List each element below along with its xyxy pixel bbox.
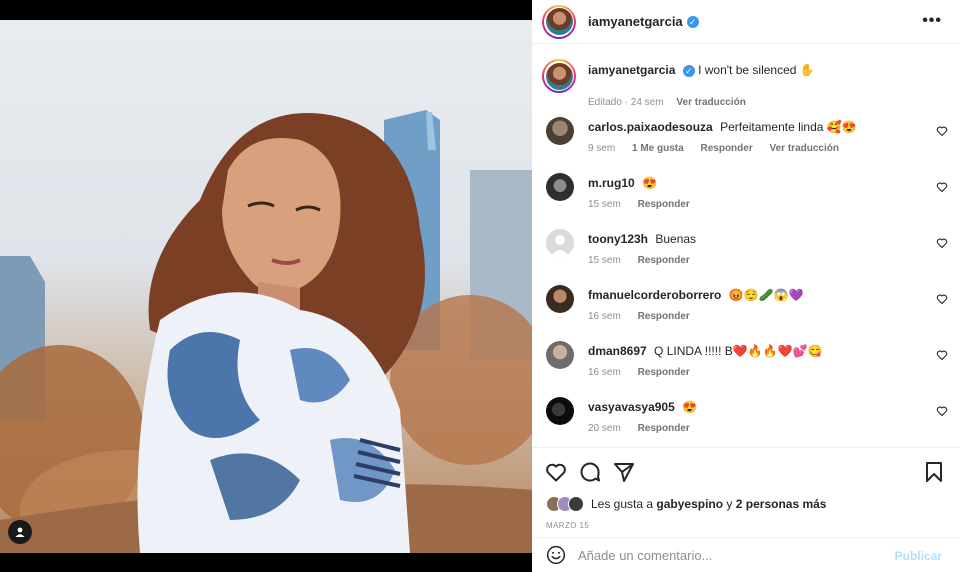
comment-avatar[interactable] (546, 341, 574, 369)
likes-others-link[interactable]: 2 personas más (736, 497, 827, 511)
comment-text: fmanuelcorderoborrero 😡😌🥒😱💜 (588, 288, 803, 302)
comment-reply-link[interactable]: Responder (700, 143, 752, 154)
comment-item: toony123h Buenas 15 sem Responder (546, 229, 948, 279)
comment-username[interactable]: carlos.paixaodesouza (588, 120, 713, 134)
publish-button[interactable]: Publicar (895, 549, 942, 563)
add-comment-bar: Publicar (532, 537, 960, 572)
comment-reply-link[interactable]: Responder (638, 255, 690, 266)
comment-body: 😡😌🥒😱💜 (728, 288, 804, 302)
photo-illustration (0, 110, 532, 553)
comment-avatar[interactable] (546, 117, 574, 145)
comment-text: toony123h Buenas (588, 232, 696, 246)
likes-summary: Les gusta a gabyespino y 2 personas más (546, 494, 826, 514)
author-avatar-image (545, 8, 573, 35)
post-media-panel (0, 0, 532, 572)
comment-body: Perfeitamente linda 🥰😍 (720, 120, 857, 134)
bookmark-icon[interactable] (922, 460, 946, 484)
comment-time: 15 sem (588, 255, 621, 266)
comment-body: 😍 (642, 176, 657, 190)
comment-username[interactable]: vasyavasya905 (588, 400, 675, 414)
user-icon (15, 527, 25, 537)
caption-avatar[interactable] (542, 59, 576, 93)
comment-body: 😍 (682, 400, 698, 414)
comment-text: vasyavasya905 😍 (588, 400, 697, 414)
comment-time: 9 sem (588, 143, 616, 154)
share-send-icon[interactable] (612, 460, 636, 484)
comment-avatar[interactable] (546, 173, 574, 201)
caption-translate-link[interactable]: Ver traducción (676, 97, 745, 108)
comment-input[interactable] (578, 543, 878, 567)
comment-item: m.rug10 😍 15 sem Responder (546, 173, 948, 223)
comment-like-heart-icon[interactable] (936, 237, 948, 249)
comments-list[interactable]: iamyanetgarcia ✓ I won't be silenced ✋ E… (532, 45, 960, 447)
likes-connector: y (726, 497, 733, 511)
comment-username[interactable]: toony123h (588, 232, 648, 246)
comment-meta: 16 sem Responder (588, 311, 704, 322)
comment-text: carlos.paixaodesouza Perfeitamente linda… (588, 120, 857, 134)
post-photo[interactable] (0, 20, 532, 553)
tagged-users-button[interactable] (8, 520, 32, 544)
comment-item: carlos.paixaodesouza Perfeitamente linda… (546, 117, 948, 167)
comment-like-heart-icon[interactable] (936, 125, 948, 137)
comment-like-heart-icon[interactable] (936, 349, 948, 361)
comment-meta: 9 sem 1 Me gusta Responder Ver traducció… (588, 143, 853, 154)
comment-like-heart-icon[interactable] (936, 293, 948, 305)
verified-badge-icon: ✓ (686, 15, 699, 28)
comment-item: fmanuelcorderoborrero 😡😌🥒😱💜 16 sem Respo… (546, 285, 948, 335)
comment-username[interactable]: dman8697 (588, 344, 647, 358)
comment-item: vasyavasya905 😍 20 sem Responder (546, 397, 948, 447)
caption-text-row: iamyanetgarcia ✓ I won't be silenced ✋ (588, 63, 815, 77)
post-actions (532, 447, 960, 491)
liker-avatar (568, 496, 584, 512)
comment-meta: 15 sem Responder (588, 255, 704, 266)
comment-bubble-icon[interactable] (578, 460, 602, 484)
comment-translate-link[interactable]: Ver traducción (770, 143, 839, 154)
comment-avatar[interactable] (546, 229, 574, 257)
post-header: iamyanetgarcia ✓ ••• (532, 0, 960, 44)
comment-time: 16 sem (588, 311, 621, 322)
author-avatar[interactable] (542, 4, 576, 39)
post-date: MARZO 15 (546, 521, 590, 530)
caption-verified-badge-icon: ✓ (682, 64, 695, 77)
comment-avatar[interactable] (546, 397, 574, 425)
like-heart-icon[interactable] (544, 460, 568, 484)
comment-like-heart-icon[interactable] (936, 405, 948, 417)
comment-username[interactable]: m.rug10 (588, 176, 635, 190)
comment-time: 20 sem (588, 423, 621, 434)
comment-username[interactable]: fmanuelcorderoborrero (588, 288, 721, 302)
comment-text: m.rug10 😍 (588, 176, 657, 190)
likes-user-link[interactable]: gabyespino (656, 497, 723, 511)
caption-edited: Editado · 24 sem (588, 97, 664, 108)
comment-meta: 20 sem Responder (588, 423, 704, 434)
more-options-button[interactable]: ••• (922, 13, 942, 29)
comment-item: dman8697 Q LINDA !!!!! B❤️🔥🔥❤️💕😋 16 sem … (546, 341, 948, 391)
author-username[interactable]: iamyanetgarcia (588, 14, 683, 29)
comment-like-heart-icon[interactable] (936, 181, 948, 193)
comment-reply-link[interactable]: Responder (638, 199, 690, 210)
caption-avatar-image (545, 62, 573, 90)
comment-text: dman8697 Q LINDA !!!!! B❤️🔥🔥❤️💕😋 (588, 344, 822, 358)
comment-time: 15 sem (588, 199, 621, 210)
default-avatar-icon (550, 235, 570, 257)
comment-avatar[interactable] (546, 285, 574, 313)
likes-prefix: Les gusta a (591, 497, 654, 511)
comment-reply-link[interactable]: Responder (638, 367, 690, 378)
comment-reply-link[interactable]: Responder (638, 311, 690, 322)
comment-meta: 16 sem Responder (588, 367, 704, 378)
caption-body: I won't be silenced ✋ (698, 63, 815, 77)
comment-body: Buenas (655, 232, 697, 246)
comment-likes-count[interactable]: 1 Me gusta (632, 143, 684, 154)
caption-meta: Editado · 24 sem Ver traducción (588, 97, 746, 108)
emoji-icon[interactable] (546, 545, 566, 565)
comment-time: 16 sem (588, 367, 621, 378)
comment-body: Q LINDA !!!!! B❤️🔥🔥❤️💕😋 (654, 344, 823, 358)
post-sidebar: iamyanetgarcia ✓ ••• iamyanetgarcia ✓ I … (532, 0, 960, 572)
comment-meta: 15 sem Responder (588, 199, 704, 210)
comment-reply-link[interactable]: Responder (638, 423, 690, 434)
likes-text: Les gusta a gabyespino y 2 personas más (591, 497, 826, 511)
caption-username[interactable]: iamyanetgarcia (588, 63, 675, 77)
